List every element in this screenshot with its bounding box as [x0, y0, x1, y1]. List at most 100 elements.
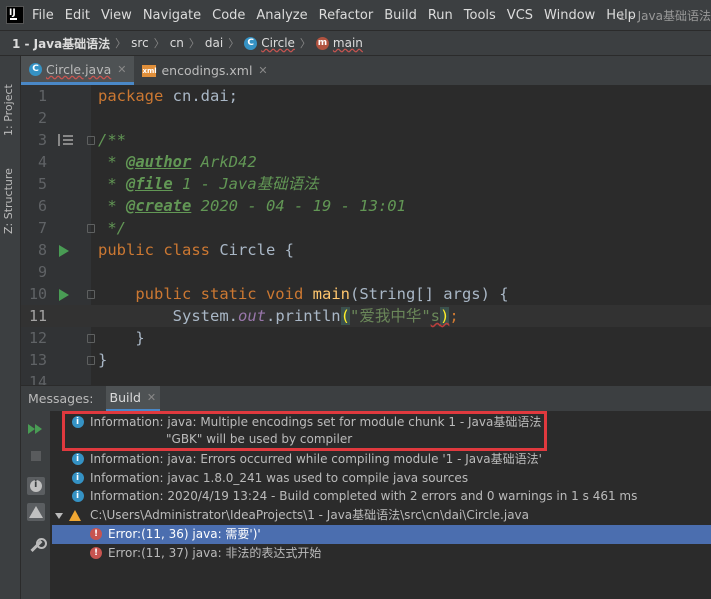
show-warnings-icon[interactable]: [27, 503, 45, 521]
fold-icon[interactable]: [87, 136, 95, 145]
show-info-icon[interactable]: [27, 477, 45, 495]
code-text: */: [98, 219, 126, 237]
line-number: 2: [37, 109, 47, 127]
code-editor[interactable]: 1 package cn.dai; 2 3 /** 4 * @author Ar…: [21, 85, 711, 385]
fold-icon[interactable]: [87, 356, 95, 365]
message-text: Error:(11, 36) java: 需要')': [108, 527, 261, 541]
close-icon[interactable]: ✕: [117, 63, 126, 76]
code-text: * @author ArkD42: [98, 153, 257, 171]
breadcrumb-project[interactable]: 1 - Java基础语法: [12, 35, 110, 52]
tab-label: Build: [109, 389, 141, 405]
breadcrumb-src[interactable]: src: [131, 36, 149, 50]
code-line-4: 4 * @author ArkD42: [21, 151, 711, 173]
message-row[interactable]: C:\Users\Administrator\IdeaProjects\1 - …: [52, 506, 711, 525]
breadcrumb-circle[interactable]: C Circle: [244, 36, 295, 50]
window-title: 1 - Java基础语法: [618, 9, 711, 23]
info-icon: [72, 487, 84, 506]
code-line-6: 6 * @create 2020 - 04 - 19 - 13:01: [21, 195, 711, 217]
code-text: }: [98, 329, 145, 347]
fold-icon[interactable]: [87, 224, 95, 233]
line-number: 8: [37, 241, 47, 259]
message-row[interactable]: Information: 2020/4/19 13:24 - Build com…: [52, 487, 711, 506]
code-line-7: 7 */: [21, 217, 711, 239]
breadcrumb-circle-label: Circle: [261, 36, 295, 50]
menu-build[interactable]: Build: [384, 8, 417, 23]
close-icon[interactable]: ✕: [147, 391, 156, 404]
message-row[interactable]: Information: javac 1.8.0_241 was used to…: [52, 469, 711, 488]
build-panel-header: Messages: Build ✕: [21, 385, 711, 412]
code-text: public static void main(String[] args) {: [135, 285, 509, 303]
message-row[interactable]: Information: java: Errors occurred while…: [52, 450, 711, 469]
tab-build[interactable]: Build ✕: [105, 385, 161, 412]
line-number: 9: [37, 263, 47, 281]
project-tool-tab[interactable]: 1: Project: [2, 66, 15, 136]
line-number: 3: [37, 131, 47, 149]
line-number: 12: [28, 329, 47, 347]
menu-analyze[interactable]: Analyze: [256, 8, 307, 23]
error-icon: [90, 544, 102, 563]
chevron-right-icon: 〉: [188, 37, 200, 50]
line-number: 13: [28, 351, 47, 369]
intellij-logo-icon: [6, 6, 24, 24]
menu-edit[interactable]: Edit: [65, 8, 90, 23]
java-class-icon: C: [244, 36, 258, 50]
message-row[interactable]: Error:(11, 37) java: 非法的表达式开始: [52, 544, 711, 563]
code-text: * @create 2020 - 04 - 19 - 13:01: [98, 197, 406, 215]
message-text: Information: 2020/4/19 13:24 - Build com…: [90, 489, 638, 503]
java-class-icon: C: [29, 62, 42, 76]
tab-circle-java[interactable]: C Circle.java ✕: [21, 56, 135, 85]
line-number: 14: [28, 373, 47, 385]
code-line-8: 8 public class Circle {: [21, 239, 711, 261]
chevron-right-icon: 〉: [228, 37, 240, 50]
fold-icon[interactable]: [87, 334, 95, 343]
structure-tool-tab[interactable]: Z: Structure: [2, 154, 15, 234]
message-text: C:\Users\Administrator\IdeaProjects\1 - …: [90, 508, 529, 522]
tab-label: Circle.java: [46, 61, 112, 77]
message-text: Error:(11, 37) java: 非法的表达式开始: [108, 546, 322, 560]
xml-file-icon: xml: [142, 64, 157, 77]
line-number: 7: [37, 219, 47, 237]
code-line-11: 11 System.out.println("爱我中华"s);: [21, 305, 711, 327]
menu-tools[interactable]: Tools: [464, 8, 496, 23]
method-icon: m: [315, 36, 329, 50]
line-number: 6: [37, 197, 47, 215]
chevron-right-icon: 〉: [115, 37, 127, 50]
code-text: public class Circle {: [98, 241, 294, 259]
tab-encodings-xml[interactable]: xml encodings.xml ✕: [134, 56, 275, 85]
fold-icon[interactable]: [87, 290, 95, 299]
menu-vcs[interactable]: VCS: [507, 8, 533, 23]
breadcrumb-dai[interactable]: dai: [205, 36, 223, 50]
wrench-icon[interactable]: [27, 537, 47, 555]
menu-code[interactable]: Code: [212, 8, 245, 23]
rerun-icon[interactable]: [27, 421, 45, 439]
annotation-highlight-box: [62, 411, 547, 451]
run-method-icon[interactable]: [59, 289, 69, 301]
run-class-icon[interactable]: [59, 245, 69, 257]
code-line-14: 14: [21, 371, 711, 385]
breadcrumb: 1 - Java基础语法 〉 src 〉 cn 〉 dai 〉 C Circle …: [0, 30, 711, 56]
code-line-3: 3 /**: [21, 129, 711, 151]
warning-icon: [69, 510, 81, 521]
code-text: package cn.dai;: [98, 87, 238, 105]
menu-view[interactable]: View: [101, 8, 132, 23]
message-text: Information: javac 1.8.0_241 was used to…: [90, 471, 469, 485]
close-icon[interactable]: ✕: [258, 64, 267, 77]
code-line-5: 5 * @file 1 - Java基础语法: [21, 173, 711, 195]
line-number: 5: [37, 175, 47, 193]
chevron-right-icon: 〉: [153, 37, 165, 50]
menu-navigate[interactable]: Navigate: [143, 8, 201, 23]
expand-arrow-icon[interactable]: [55, 513, 63, 519]
menu-refactor[interactable]: Refactor: [319, 8, 374, 23]
code-line-2: 2: [21, 107, 711, 129]
menu-file[interactable]: File: [32, 8, 54, 23]
breadcrumb-main[interactable]: m main: [315, 36, 363, 50]
menu-window[interactable]: Window: [544, 8, 595, 23]
menu-run[interactable]: Run: [428, 8, 453, 23]
code-text: }: [98, 351, 108, 369]
editor-tabs: C Circle.java ✕ xml encodings.xml ✕: [21, 56, 711, 85]
line-number: 1: [37, 87, 47, 105]
javadoc-render-icon[interactable]: [58, 134, 73, 146]
stop-icon[interactable]: [27, 447, 45, 465]
breadcrumb-cn[interactable]: cn: [170, 36, 184, 50]
message-row-selected[interactable]: Error:(11, 36) java: 需要')': [52, 525, 711, 544]
